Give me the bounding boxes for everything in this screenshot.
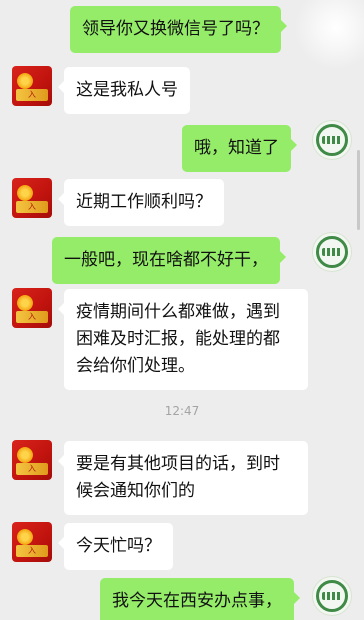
message-text: 这是我私人号: [76, 80, 178, 100]
message-text: 一般吧，现在啥都不好干，: [64, 250, 268, 270]
message-text: 我今天在西安办点事，: [112, 591, 282, 611]
message-bubble-incoming[interactable]: 这是我私人号: [58, 67, 190, 114]
contact-avatar[interactable]: 入: [12, 440, 52, 480]
avatar-badge: 入: [28, 312, 36, 321]
contact-avatar[interactable]: 入: [12, 178, 52, 218]
message-text-line: 候会通知你们的: [76, 481, 195, 501]
sun-icon: [17, 295, 33, 311]
sun-icon: [17, 447, 33, 463]
message-bubble-outgoing[interactable]: 我今天在西安办点事，: [100, 578, 300, 620]
message-bubble-incoming[interactable]: 近期工作顺利吗？: [58, 179, 224, 226]
user-avatar[interactable]: [312, 120, 352, 160]
screen-glare: [294, 0, 364, 70]
chat-timestamp: 12:47: [164, 404, 200, 418]
contact-avatar[interactable]: 入: [12, 522, 52, 562]
message-text-line: 会给你们处理。: [76, 356, 195, 376]
message-text: 今天忙吗？: [76, 536, 161, 556]
contact-avatar[interactable]: 入: [12, 66, 52, 106]
message-bubble-incoming[interactable]: 今天忙吗？: [58, 523, 173, 570]
message-text-line: 要是有其他项目的话，到时: [76, 454, 280, 474]
user-avatar[interactable]: [312, 232, 352, 272]
message-text-line: 困难及时汇报，能处理的都: [76, 329, 280, 349]
avatar-badge: 入: [28, 546, 36, 555]
message-bubble-incoming[interactable]: 疫情期间什么都难做，遇到 困难及时汇报，能处理的都 会给你们处理。: [58, 289, 308, 390]
user-avatar[interactable]: [312, 576, 352, 616]
sun-icon: [17, 185, 33, 201]
message-text: 哦，知道了: [194, 138, 279, 158]
contact-avatar[interactable]: 入: [12, 288, 52, 328]
sun-icon: [17, 529, 33, 545]
sun-icon: [17, 73, 33, 89]
message-bubble-incoming[interactable]: 要是有其他项目的话，到时 候会通知你们的: [58, 441, 308, 515]
scrollbar[interactable]: [357, 150, 360, 230]
avatar-badge: 入: [28, 90, 36, 99]
message-bubble-outgoing[interactable]: 领导你又换微信号了吗？: [70, 6, 287, 53]
message-bubble-outgoing[interactable]: 一般吧，现在啥都不好干，: [52, 237, 286, 284]
avatar-badge: 入: [28, 464, 36, 473]
message-text: 近期工作顺利吗？: [76, 192, 212, 212]
message-text: 领导你又换微信号了吗？: [82, 19, 269, 39]
message-bubble-outgoing[interactable]: 哦，知道了: [182, 125, 297, 172]
message-text-line: 疫情期间什么都难做，遇到: [76, 302, 280, 322]
avatar-badge: 入: [28, 202, 36, 211]
